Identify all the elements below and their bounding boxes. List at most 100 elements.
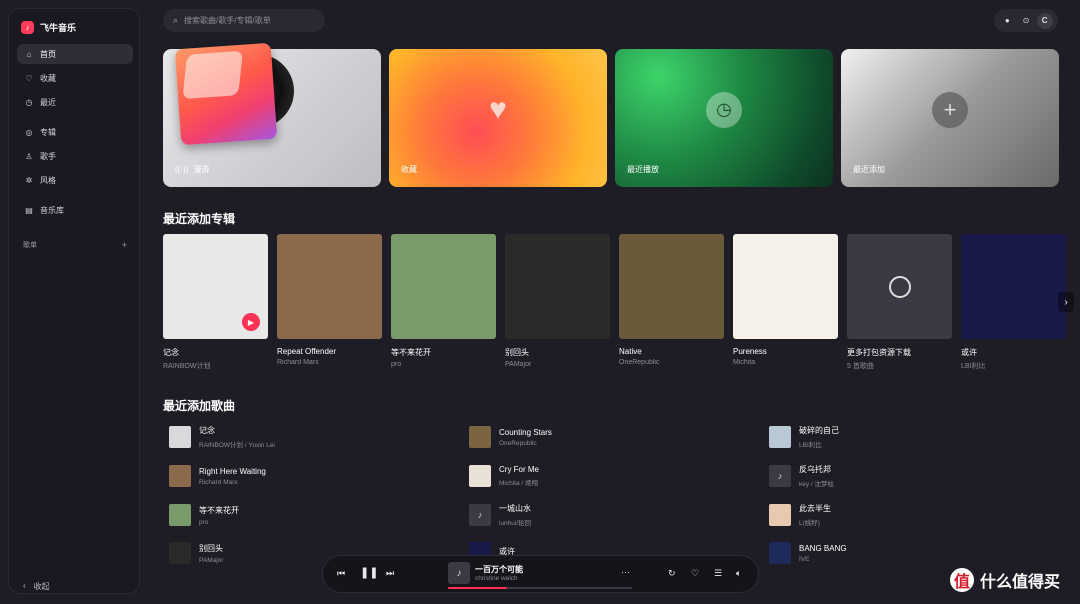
library-icon: ▤ (25, 205, 33, 215)
sidebar-item-label: 风格 (40, 175, 56, 185)
card-label: ((·)) 漫游 (175, 164, 209, 175)
song-row[interactable]: ♪ 反乌托邦 key / 沈梦柱 (769, 464, 834, 488)
sidebar-item-label: 专辑 (40, 127, 56, 137)
status-dot-icon[interactable]: ● (999, 13, 1015, 29)
song-cover (169, 542, 191, 564)
song-cover (769, 542, 791, 564)
song-row[interactable]: ♪ 一城山水 lunhui/轮回 (469, 503, 531, 527)
album-cover[interactable]: ▶ (163, 234, 268, 339)
sidebar-item-singers[interactable]: ♙ 歌手 (17, 146, 133, 166)
collapse-sidebar-button[interactable]: ‹ 收起 (23, 581, 50, 592)
album-artist[interactable]: Richard Marx (277, 359, 382, 366)
sidebar-item-label: 最近 (40, 97, 56, 107)
next-icon[interactable]: ⏭ (386, 568, 394, 579)
playlist-icon[interactable]: ☰ (714, 568, 722, 579)
album-title[interactable]: 等不来花开 (391, 347, 496, 358)
album-cover[interactable] (619, 234, 724, 339)
chevron-right-icon[interactable]: › (1058, 292, 1074, 312)
album-cover[interactable] (847, 234, 952, 339)
pause-icon[interactable]: ❚❚ (360, 566, 378, 579)
download-icon (888, 275, 911, 298)
song-artist: L(桃籽) (799, 520, 820, 527)
album-card[interactable]: 或许 LBI利比 (961, 234, 1066, 371)
song-title: Counting Stars (499, 427, 552, 437)
album-artist[interactable]: PAMajor (505, 361, 610, 368)
play-icon[interactable]: ▶ (242, 313, 260, 331)
more-options-button[interactable]: ··· (621, 567, 630, 577)
home-icon: ⌂ (26, 49, 32, 59)
song-cover (469, 465, 491, 487)
album-cover[interactable] (391, 234, 496, 339)
album-title[interactable]: 别回头 (505, 347, 610, 358)
repeat-icon[interactable]: ↻ (668, 568, 676, 579)
album-artist[interactable]: LBI利比 (961, 361, 1066, 371)
album-card[interactable]: Repeat Offender Richard Marx (277, 234, 382, 366)
album-title[interactable]: 或许 (961, 347, 1066, 358)
heart-icon: ♡ (25, 73, 33, 83)
volume-icon[interactable]: 🔈︎ (736, 568, 741, 579)
watermark-logo: 值 (950, 568, 974, 592)
song-row[interactable]: Cry For Me Michita / 姬翔 (469, 464, 539, 488)
song-title: 等不来花开 (199, 505, 239, 515)
song-artist: OneRepublic (499, 439, 537, 447)
search-icon: ⌕ (173, 15, 179, 25)
card-added-label: 最近添加 (853, 165, 885, 174)
song-artist: lunhui/轮回 (499, 520, 532, 527)
sidebar-item-recent[interactable]: ◷ 最近 (17, 92, 133, 112)
song-row[interactable]: 别回头 PAMajor (169, 541, 223, 565)
song-row[interactable]: 记念 RAINBOW计划 / Yuxin Lei (169, 425, 275, 449)
album-artist[interactable]: RAINBOW计划 (163, 361, 268, 371)
song-row[interactable]: 此去半生 L(桃籽) (769, 503, 831, 527)
album-artist[interactable]: pro (391, 361, 496, 368)
song-cover (769, 504, 791, 526)
card-favorites[interactable]: ♥ 收藏 (389, 49, 607, 187)
album-title[interactable]: Native (619, 347, 724, 356)
card-recently-added[interactable]: + 最近添加 (841, 49, 1059, 187)
album-cover[interactable] (505, 234, 610, 339)
singer-icon: ♙ (25, 151, 33, 161)
album-title[interactable]: 记念 (163, 347, 268, 358)
album-card[interactable]: ▶ 记念 RAINBOW计划 (163, 234, 268, 371)
song-cover: ♪ (469, 504, 491, 526)
sidebar-item-favorites[interactable]: ♡ 收藏 (17, 68, 133, 88)
song-title: BANG BANG (799, 543, 847, 553)
sidebar-item-genres[interactable]: ✲ 风格 (17, 170, 133, 190)
song-cover (469, 426, 491, 448)
collapse-label: 收起 (33, 582, 50, 591)
album-cover[interactable] (733, 234, 838, 339)
progress-bar[interactable] (448, 587, 632, 589)
song-row[interactable]: 等不来花开 pro (169, 503, 239, 527)
previous-icon[interactable]: ⏮ (337, 568, 345, 579)
sidebar: ♪ 飞牛音乐 ⌂ 首页 ♡ 收藏 ◷ 最近 ◎ 专辑 ♙ 歌手 ✲ 风格 ▤ 音… (8, 8, 140, 594)
album-cover[interactable] (277, 234, 382, 339)
album-artist[interactable]: OneRepublic (619, 359, 724, 366)
search-input[interactable] (184, 16, 315, 25)
sidebar-item-library[interactable]: ▤ 音乐库 (17, 200, 133, 220)
add-playlist-button[interactable]: + (122, 240, 127, 250)
album-cover[interactable] (961, 234, 1066, 339)
album-title[interactable]: Pureness (733, 347, 838, 356)
album-title[interactable]: 更多打包资源下载 (847, 347, 952, 358)
album-card[interactable]: 更多打包资源下载 5 首歌曲 (847, 234, 952, 371)
song-row[interactable]: 破碎的自己 LBI利比 (769, 425, 839, 449)
search-bar[interactable]: ⌕ (163, 9, 325, 32)
song-title: 一城山水 (499, 504, 531, 513)
album-card[interactable]: Pureness Michita (733, 234, 838, 366)
album-artist[interactable]: Michita (733, 359, 838, 366)
song-row[interactable]: BANG BANG IVE (769, 541, 847, 565)
song-artist: PAMajor (199, 556, 224, 564)
sidebar-item-home[interactable]: ⌂ 首页 (17, 44, 133, 64)
song-row[interactable]: Right Here Waiting Richard Marx (169, 464, 266, 488)
heart-icon[interactable]: ♡ (691, 568, 699, 579)
album-title[interactable]: Repeat Offender (277, 347, 382, 356)
settings-icon[interactable]: ⊙ (1018, 13, 1034, 29)
album-artist[interactable]: 5 首歌曲 (847, 361, 952, 371)
album-card[interactable]: Native OneRepublic (619, 234, 724, 366)
album-card[interactable]: 别回头 PAMajor (505, 234, 610, 368)
plus-icon: + (932, 91, 968, 128)
sidebar-item-albums[interactable]: ◎ 专辑 (17, 122, 133, 142)
card-recently-played[interactable]: ◷ 最近播放 (615, 49, 833, 187)
avatar[interactable]: C (1036, 12, 1053, 29)
song-row[interactable]: Counting Stars OneRepublic (469, 425, 552, 449)
album-card[interactable]: 等不来花开 pro (391, 234, 496, 368)
